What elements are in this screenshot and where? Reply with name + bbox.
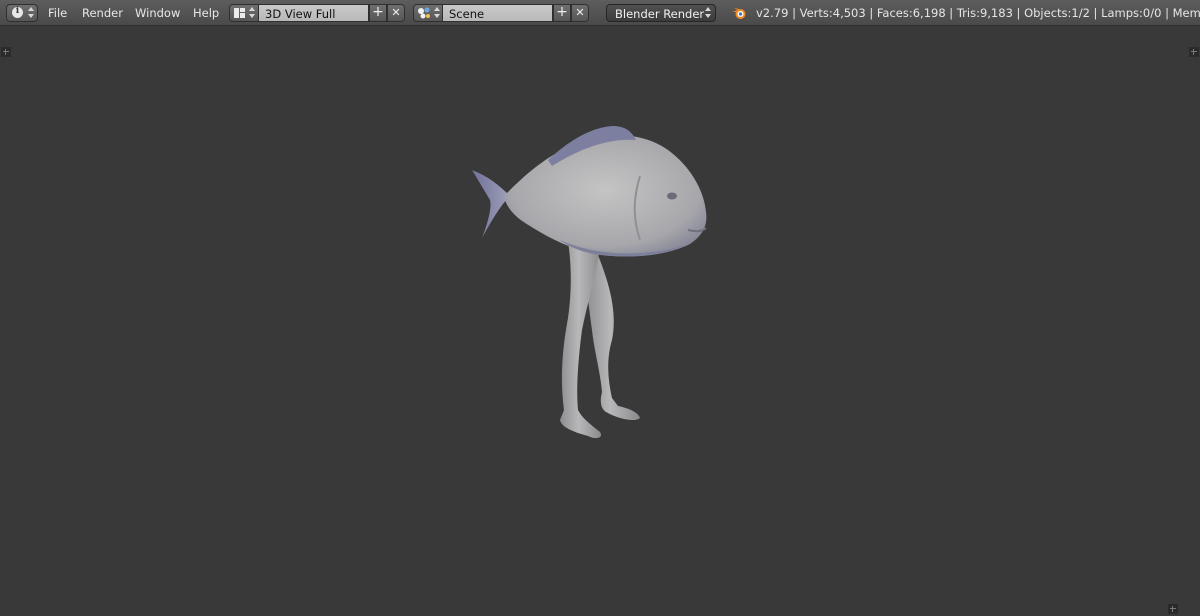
- render-engine-updown-icon: [705, 7, 711, 19]
- render-engine-label: Blender Render: [615, 7, 705, 21]
- plus-icon: +: [556, 4, 568, 20]
- scene-updown-icon: [434, 7, 440, 19]
- blender-logo-icon: [732, 8, 746, 19]
- add-screen-layout-button[interactable]: +: [369, 4, 387, 22]
- screen-layout-name-field[interactable]: 3D View Full: [258, 4, 369, 22]
- 3d-viewport[interactable]: [0, 26, 1200, 616]
- info-icon: [12, 6, 23, 18]
- add-scene-button[interactable]: +: [553, 4, 571, 22]
- delete-scene-button[interactable]: ✕: [571, 4, 589, 22]
- scene-browse-button[interactable]: [413, 4, 443, 22]
- delete-screen-layout-button[interactable]: ✕: [387, 4, 405, 22]
- render-engine-select[interactable]: Blender Render: [606, 4, 716, 22]
- menu-file[interactable]: File: [48, 6, 67, 20]
- layout-grid-icon: [234, 8, 245, 18]
- x-icon: ✕: [575, 6, 585, 19]
- scene-statistics: v2.79 | Verts:4,503 | Faces:6,198 | Tris…: [756, 6, 1200, 20]
- menu-window[interactable]: Window: [135, 6, 180, 20]
- scene-icon: [418, 7, 430, 19]
- menu-render[interactable]: Render: [82, 6, 123, 20]
- x-icon: ✕: [391, 6, 401, 19]
- editor-type-button[interactable]: [6, 4, 38, 22]
- menu-help[interactable]: Help: [193, 6, 219, 20]
- editor-type-updown-icon: [28, 7, 34, 19]
- layout-updown-icon: [249, 7, 255, 19]
- plus-icon: +: [372, 4, 384, 20]
- scene-name-field[interactable]: Scene: [442, 4, 553, 22]
- fish-with-legs-mesh[interactable]: [0, 26, 1200, 616]
- screen-layout-browse-button[interactable]: [229, 4, 259, 22]
- info-header: File Render Window Help 3D View Full + ✕…: [0, 0, 1200, 26]
